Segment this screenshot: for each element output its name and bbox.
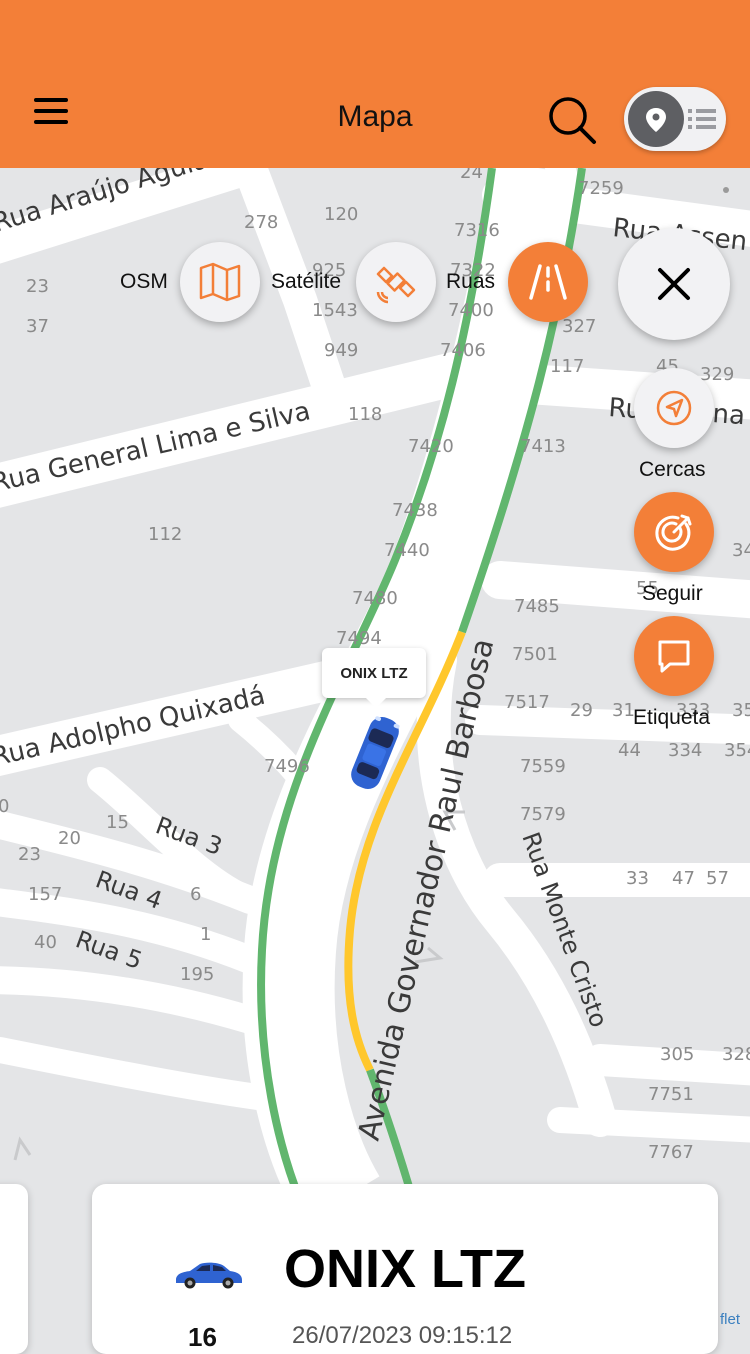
house-number: 328: [722, 1044, 750, 1065]
layer-satellite-button[interactable]: [356, 242, 436, 322]
list-icon: [688, 107, 718, 136]
close-button[interactable]: [618, 228, 730, 340]
house-number: 354: [724, 740, 750, 761]
house-number: 23: [18, 844, 41, 865]
house-number: 118: [348, 404, 382, 425]
house-number: 44: [618, 740, 641, 761]
follow-button[interactable]: [634, 492, 714, 572]
house-number: 120: [324, 204, 358, 225]
house-number: 117: [550, 356, 584, 377]
map-pin-icon: [628, 91, 684, 147]
house-number: 7440: [384, 540, 430, 561]
layer-streets-button[interactable]: [508, 242, 588, 322]
house-number: 327: [562, 316, 596, 337]
search-icon[interactable]: [546, 94, 598, 146]
house-number: 7480: [352, 588, 398, 609]
house-number: 7406: [440, 340, 486, 361]
house-number: 34: [732, 540, 750, 561]
house-number: 29: [570, 700, 593, 721]
house-number: 7259: [578, 178, 624, 199]
house-number: 7400: [448, 300, 494, 321]
target-icon: [655, 514, 692, 551]
previous-vehicle-card[interactable]: [0, 1184, 28, 1354]
house-number: 15: [106, 812, 129, 833]
house-number: 157: [28, 884, 62, 905]
house-number: 23: [26, 276, 49, 297]
house-number: 35: [732, 700, 750, 721]
house-number: 40: [34, 932, 57, 953]
vehicle-speed: 16: [188, 1322, 217, 1352]
house-number: 7559: [520, 756, 566, 777]
label-button[interactable]: [634, 616, 714, 696]
map-attribution[interactable]: flet: [720, 1311, 740, 1328]
layer-osm-button[interactable]: [180, 242, 260, 322]
house-number: 7494: [336, 628, 382, 649]
vehicle-card[interactable]: ONIX LTZ 16 26/07/2023 09:15:12: [92, 1184, 718, 1354]
house-number: 7751: [648, 1084, 694, 1105]
house-number: 6: [190, 884, 201, 905]
house-number: 57: [706, 868, 729, 889]
geofence-button[interactable]: [634, 368, 714, 448]
house-number: 7501: [512, 644, 558, 665]
house-number: 7420: [408, 436, 454, 457]
house-number: 24: [460, 168, 483, 183]
app-header: Mapa: [0, 0, 750, 168]
follow-label: Seguir: [642, 582, 703, 605]
house-number: 1543: [312, 300, 358, 321]
house-number: 0: [0, 796, 9, 817]
house-number: 7517: [504, 692, 550, 713]
house-number: 37: [26, 316, 49, 337]
satellite-icon: [376, 266, 416, 304]
map-icon: [199, 262, 241, 302]
navigation-arrow-icon: [656, 390, 692, 426]
house-number: 47: [672, 868, 695, 889]
layer-satellite-label: Satélite: [271, 270, 342, 293]
house-number: 31: [612, 700, 635, 721]
map-view[interactable]: Rua Araújo Aguiar Rua Assen Rua General …: [0, 168, 750, 1334]
geofence-label: Cercas: [639, 458, 706, 481]
house-number: 7767: [648, 1142, 694, 1163]
house-number: 278: [244, 212, 278, 233]
layer-streets-label: Ruas: [446, 270, 496, 293]
vehicle-last-update: 26/07/2023 09:15:12: [292, 1322, 513, 1349]
map-list-view-toggle[interactable]: [624, 87, 726, 151]
house-number: 112: [148, 524, 182, 545]
house-number: 7579: [520, 804, 566, 825]
car-icon: [172, 1260, 244, 1295]
label-label: Etiqueta: [633, 706, 711, 729]
layer-osm-label: OSM: [120, 270, 168, 293]
car-marker-icon[interactable]: [340, 708, 410, 798]
road-icon: [529, 264, 567, 300]
vehicle-marker-label[interactable]: ONIX LTZ: [322, 648, 426, 708]
house-number: 33: [626, 868, 649, 889]
house-number: 195: [180, 964, 214, 985]
street-label: na: [712, 399, 746, 431]
house-number: 949: [324, 340, 358, 361]
close-icon: [658, 268, 690, 300]
house-number: 7438: [392, 500, 438, 521]
house-number: 7485: [514, 596, 560, 617]
house-number: 334: [668, 740, 702, 761]
house-number: 7413: [520, 436, 566, 457]
house-number: 20: [58, 828, 81, 849]
chat-bubble-icon: [658, 640, 690, 673]
house-number: 7496: [264, 756, 310, 777]
house-number: 329: [700, 364, 734, 385]
vehicle-name: ONIX LTZ: [284, 1239, 526, 1299]
house-number: 305: [660, 1044, 694, 1065]
house-number: 7316: [454, 220, 500, 241]
house-number: 1: [200, 924, 211, 945]
